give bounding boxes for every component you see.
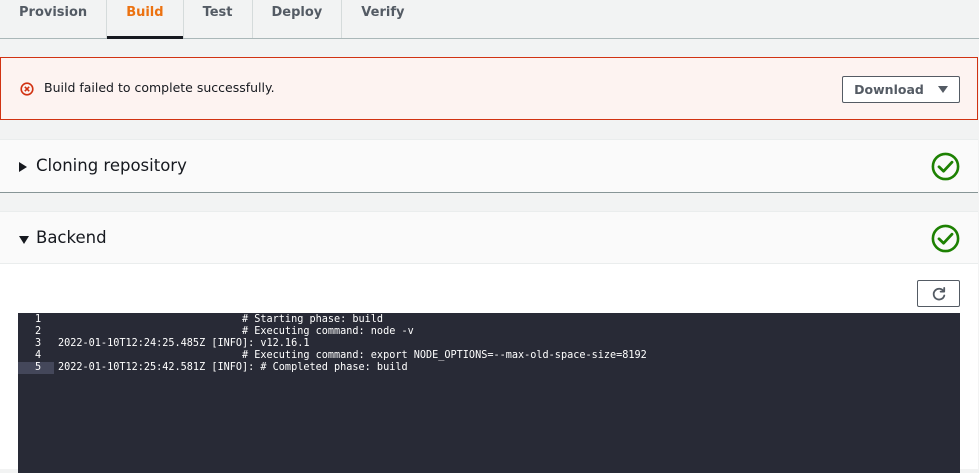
log-line-text: # Executing command: node -v <box>58 326 414 337</box>
log-line-text: 2022-01-10T12:25:42.581Z [INFO]: # Compl… <box>58 362 408 373</box>
download-button[interactable]: Download <box>842 76 960 103</box>
section-title-cloning: Cloning repository <box>36 156 187 175</box>
log-line-number: 1 <box>35 314 42 325</box>
build-log-terminal[interactable]: 1 # Starting phase: build 2 # Executing … <box>18 313 960 473</box>
log-line: 3 2022-01-10T12:24:25.485Z [INFO]: v12.1… <box>18 338 960 350</box>
success-check-icon <box>931 224 960 253</box>
log-line: 2 # Executing command: node -v <box>18 326 960 338</box>
section-backend: Backend 1 # Starting phase: build 2 # Ex… <box>0 211 978 473</box>
alert-message: Build failed to complete successfully. <box>44 80 275 95</box>
log-line-number: 5 <box>18 362 54 374</box>
log-line-number: 3 <box>35 338 42 349</box>
section-title-backend: Backend <box>36 228 107 247</box>
error-circle-icon <box>20 82 34 96</box>
tab-test[interactable]: Test <box>184 0 253 38</box>
build-error-alert: Build failed to complete successfully. D… <box>0 57 978 120</box>
log-line: 1 # Starting phase: build <box>18 314 960 326</box>
section-header-cloning[interactable]: Cloning repository <box>0 140 978 192</box>
download-button-label: Download <box>854 82 924 97</box>
tab-verify[interactable]: Verify <box>342 0 423 38</box>
caret-down-icon <box>19 236 29 244</box>
log-line: 4 # Executing command: export NODE_OPTIO… <box>18 350 960 362</box>
refresh-icon <box>932 286 945 300</box>
log-line-number: 2 <box>35 326 42 337</box>
log-line-text: 2022-01-10T12:24:25.485Z [INFO]: v12.16.… <box>58 338 310 349</box>
section-header-backend[interactable]: Backend <box>0 212 978 264</box>
success-check-icon <box>931 152 960 181</box>
tab-deploy[interactable]: Deploy <box>253 0 343 38</box>
caret-right-icon <box>19 162 27 172</box>
log-line-text: # Starting phase: build <box>58 314 384 325</box>
log-line-number: 4 <box>35 350 42 361</box>
tab-provision[interactable]: Provision <box>0 0 108 38</box>
tab-build[interactable]: Build <box>107 0 184 39</box>
refresh-logs-button[interactable] <box>917 280 960 307</box>
build-tabs: Provision Build Test Deploy Verify <box>0 0 979 39</box>
log-line-text: # Executing command: export NODE_OPTIONS… <box>58 350 647 361</box>
log-line-highlighted: 5 2022-01-10T12:25:42.581Z [INFO]: # Com… <box>18 362 960 374</box>
caret-down-icon <box>937 86 948 93</box>
section-cloning-repository: Cloning repository <box>0 139 978 193</box>
